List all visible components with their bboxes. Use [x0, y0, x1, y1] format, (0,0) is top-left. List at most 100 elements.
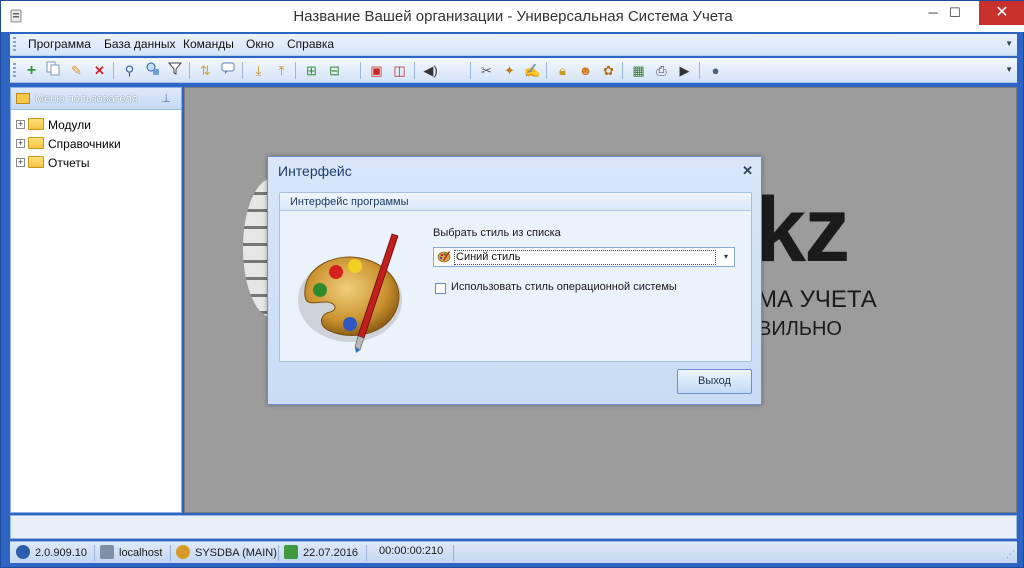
window-close-icon[interactable]: ◫: [390, 61, 409, 80]
os-style-checkbox[interactable]: [435, 283, 446, 294]
host-text: localhost: [119, 547, 163, 559]
tree-item-label: Справочники: [48, 137, 121, 151]
calendar-icon[interactable]: ▦: [629, 61, 648, 80]
os-style-label[interactable]: Использовать стиль операционной системы: [451, 281, 677, 293]
find-icon[interactable]: ⚲: [120, 61, 139, 80]
expand-icon[interactable]: +: [16, 139, 25, 148]
add-icon[interactable]: +: [22, 61, 41, 80]
users-icon[interactable]: ☻: [576, 61, 595, 80]
status-user: SYSDBA (MAIN): [176, 545, 277, 561]
background-tagline-1: МА УЧЕТА: [757, 286, 877, 313]
toolbar-separator: [242, 62, 243, 79]
maximize-button[interactable]: ☐: [933, 1, 977, 25]
copy-icon[interactable]: [44, 61, 63, 80]
toolbar-separator: [360, 62, 361, 79]
status-separator: [453, 545, 454, 561]
plugin-icon[interactable]: ✿: [599, 61, 618, 80]
version-icon: [16, 545, 30, 559]
menu-help[interactable]: Справка: [287, 37, 334, 51]
status-bar: 2.0.909.10 localhost SYSDBA (MAIN) 22.07…: [10, 541, 1017, 563]
sound-icon[interactable]: ◀): [421, 61, 440, 80]
title-bar: Название Вашей организации - Универсальн…: [1, 1, 1024, 32]
tools-icon[interactable]: ✂: [477, 61, 496, 80]
status-version: 2.0.909.10: [16, 545, 87, 561]
status-timer: 00:00:00:210: [379, 545, 444, 557]
group-title: Интерфейс программы: [290, 196, 409, 208]
background-tagline-2: ВИЛЬНО: [758, 318, 842, 340]
folder-icon: [28, 156, 44, 168]
edit-icon[interactable]: ✎: [67, 61, 86, 80]
print-icon[interactable]: ⎙: [652, 61, 671, 80]
window-title: Название Вашей организации - Универсальн…: [293, 8, 733, 25]
wand-icon[interactable]: ✦: [500, 61, 519, 80]
toolbar-separator: [189, 62, 190, 79]
toolbar-separator: [546, 62, 547, 79]
menu-database[interactable]: База данных: [104, 37, 175, 51]
toolbar-overflow-icon[interactable]: ▼: [1005, 65, 1013, 74]
lock-icon[interactable]: 🔒︎: [553, 61, 572, 80]
pin-icon[interactable]: ⊥: [161, 92, 171, 105]
tree-item-label: Отчеты: [48, 156, 90, 170]
folder-icon: [28, 137, 44, 149]
window-new-icon[interactable]: ▣: [367, 61, 386, 80]
exit-button[interactable]: Выход: [677, 369, 752, 394]
palette-small-icon: [437, 251, 451, 263]
bottom-panel: [10, 515, 1017, 539]
user-menu-header: Меню пользователя ⊥: [11, 88, 181, 110]
toolbar: + ✎ ✕ ⚲ ⇅ ⤓ ⤒ ⊞ ⊟ ▣ ◫ ◀) ✂ ✦ ✍ 🔒︎ ☻ ✿ ▦ …: [10, 58, 1017, 83]
toolbar-separator: [113, 62, 114, 79]
toolbar-separator: [414, 62, 415, 79]
toolbar-separator: [622, 62, 623, 79]
toolbar-grip[interactable]: [13, 63, 16, 79]
palette-icon: [290, 228, 415, 353]
menu-bar: Программа База данных Команды Окно Справ…: [10, 34, 1017, 56]
background-logo-text: kz: [755, 179, 850, 281]
status-separator: [170, 545, 171, 561]
server-icon: [100, 545, 114, 559]
user-menu-title: Меню пользователя: [35, 93, 138, 105]
comment-icon[interactable]: [219, 61, 238, 80]
tree-down-icon[interactable]: ⤓: [249, 61, 268, 80]
play-icon[interactable]: ▶: [675, 61, 694, 80]
folder-icon: [28, 118, 44, 130]
interface-group: Интерфейс программы Выбрать стиль из спи…: [279, 192, 752, 362]
style-select-label: Выбрать стиль из списка: [433, 227, 561, 239]
menu-window[interactable]: Окно: [246, 37, 274, 51]
toolbar-separator: [699, 62, 700, 79]
menu-overflow-icon[interactable]: ▼: [1005, 39, 1013, 48]
style-select[interactable]: Синий стиль ▾: [433, 247, 735, 267]
chevron-down-icon[interactable]: ▾: [724, 252, 728, 261]
tree-item-label: Модули: [48, 118, 91, 132]
menu-grip[interactable]: [13, 37, 16, 53]
menu-program[interactable]: Программа: [28, 37, 91, 51]
status-separator: [94, 545, 95, 561]
status-separator: [278, 545, 279, 561]
find-replace-icon[interactable]: [143, 61, 162, 80]
date-text: 22.07.2016: [303, 547, 359, 559]
interface-dialog: Интерфейс ✕ Интерфейс программы Выбрать …: [267, 156, 762, 405]
status-host: localhost: [100, 545, 162, 561]
status-date: 22.07.2016: [284, 545, 358, 561]
expand-icon[interactable]: +: [16, 158, 25, 167]
dialog-title: Интерфейс: [278, 163, 352, 179]
export-icon[interactable]: ⊟: [325, 61, 344, 80]
dialog-close-button[interactable]: ✕: [742, 163, 753, 179]
notepad-icon[interactable]: ✍: [523, 61, 542, 80]
filter-icon[interactable]: [166, 61, 185, 80]
main-window: Название Вашей организации - Универсальн…: [0, 0, 1024, 568]
toolbar-separator: [295, 62, 296, 79]
group-header: Интерфейс программы: [280, 193, 751, 211]
tree-up-icon[interactable]: ⤒: [272, 61, 291, 80]
menu-commands[interactable]: Команды: [183, 37, 234, 51]
import-icon[interactable]: ⊞: [302, 61, 321, 80]
calendar-icon: [284, 545, 298, 559]
user-text: SYSDBA (MAIN): [195, 547, 277, 559]
expand-icon[interactable]: +: [16, 120, 25, 129]
sort-icon[interactable]: ⇅: [196, 61, 215, 80]
resize-grip-icon[interactable]: ⋰: [1006, 549, 1015, 560]
delete-icon[interactable]: ✕: [90, 61, 109, 80]
info-icon[interactable]: ●: [706, 61, 725, 80]
style-select-value: Синий стиль: [454, 250, 716, 265]
close-button[interactable]: ✕: [979, 1, 1024, 25]
user-icon: [176, 545, 190, 559]
